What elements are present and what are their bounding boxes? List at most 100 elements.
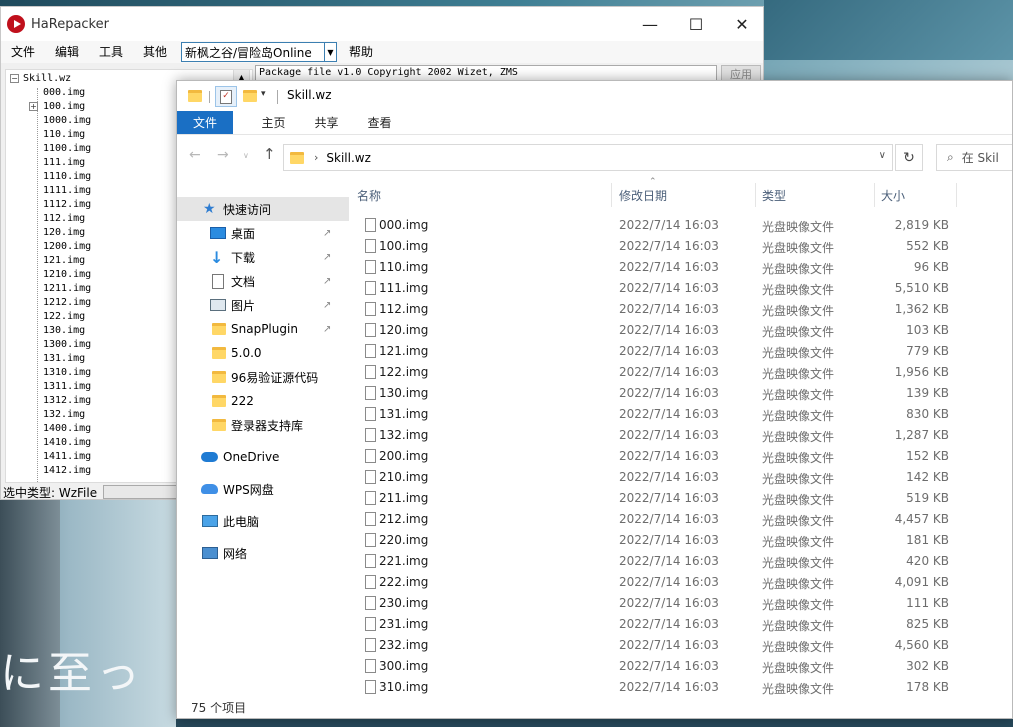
tree-node[interactable]: 1210.img [43,268,91,282]
table-row[interactable]: 300.img 2022/7/14 16:03 光盘映像文件 302 KB [349,656,1012,677]
table-row[interactable]: 122.img 2022/7/14 16:03 光盘映像文件 1,956 KB [349,362,1012,383]
tree-node[interactable]: 1112.img [43,198,91,212]
tree-node[interactable]: 111.img [43,156,85,170]
pin-icon[interactable]: ↗ [323,228,331,239]
expand-icon[interactable]: + [29,102,38,111]
sidebar-item-folder-login-lib[interactable]: 登录器支持库 [177,413,349,437]
table-row[interactable]: 120.img 2022/7/14 16:03 光盘映像文件 103 KB [349,320,1012,341]
sidebar-item-snapplugin[interactable]: SnapPlugin ↗ [177,317,349,341]
sidebar-item-folder-500[interactable]: 5.0.0 [177,341,349,365]
column-divider[interactable] [611,183,612,207]
tree-node[interactable]: 1310.img [43,366,91,380]
chevron-down-icon[interactable]: ▼ [324,43,336,61]
up-arrow-icon[interactable]: ↑ [263,145,276,163]
ribbon-tab-view[interactable]: 查看 [353,111,406,134]
ribbon-tab-home[interactable]: 主页 [247,111,300,134]
tree-node[interactable]: 132.img [43,408,85,422]
sidebar-item-quick-access[interactable]: ★ 快速访问 [177,197,349,221]
tree-node[interactable]: 1110.img [43,170,91,184]
tree-node[interactable]: 100.img [43,100,85,114]
wz-header-textbox[interactable]: Package file v1.0 Copyright 2002 Wizet, … [255,65,717,81]
menu-tools[interactable]: 工具 [89,41,133,63]
menu-other[interactable]: 其他 [133,41,177,63]
table-row[interactable]: 200.img 2022/7/14 16:03 光盘映像文件 152 KB [349,446,1012,467]
sidebar-item-documents[interactable]: 文档 ↗ [177,269,349,293]
sidebar-item-network[interactable]: 网络 [177,541,349,565]
sidebar-item-wps[interactable]: WPS网盘 [177,477,349,501]
pin-icon[interactable]: ↗ [323,252,331,263]
tree-node[interactable]: 1000.img [43,114,91,128]
tree-node[interactable]: 120.img [43,226,85,240]
tree-node[interactable]: 1312.img [43,394,91,408]
tree-node[interactable]: 121.img [43,254,85,268]
close-button[interactable]: ✕ [719,7,765,41]
refresh-button[interactable]: ↻ [895,144,923,171]
column-divider[interactable] [755,183,756,207]
column-divider[interactable] [874,183,875,207]
game-version-select[interactable]: 新枫之谷/冒险岛Online ▼ [181,42,337,62]
tree-node[interactable]: 130.img [43,324,85,338]
tree-node[interactable]: 1300.img [43,338,91,352]
tree-node[interactable]: 131.img [43,352,85,366]
pin-icon[interactable]: ↗ [323,300,331,311]
tree-root[interactable]: Skill.wz [23,72,71,86]
menu-edit[interactable]: 编辑 [45,41,89,63]
tree-node[interactable]: 1100.img [43,142,91,156]
tree-node[interactable]: 122.img [43,310,85,324]
table-row[interactable]: 230.img 2022/7/14 16:03 光盘映像文件 111 KB [349,593,1012,614]
tree-node[interactable]: 1200.img [43,240,91,254]
tree-node[interactable]: 1311.img [43,380,91,394]
customize-toolbar-icon[interactable]: ▾ [261,89,266,99]
properties-button[interactable]: ✓ [215,86,237,107]
table-row[interactable]: 130.img 2022/7/14 16:03 光盘映像文件 139 KB [349,383,1012,404]
tree-node[interactable]: 1412.img [43,464,91,478]
tree-node[interactable]: 1400.img [43,422,91,436]
menu-help[interactable]: 帮助 [339,41,383,63]
table-row[interactable]: 000.img 2022/7/14 16:03 光盘映像文件 2,819 KB [349,215,1012,236]
sidebar-item-folder-222[interactable]: 222 [177,389,349,413]
table-row[interactable]: 212.img 2022/7/14 16:03 光盘映像文件 4,457 KB [349,509,1012,530]
table-row[interactable]: 132.img 2022/7/14 16:03 光盘映像文件 1,287 KB [349,425,1012,446]
harepacker-titlebar[interactable]: HaRepacker — ☐ ✕ [1,7,763,41]
maximize-button[interactable]: ☐ [673,7,719,41]
table-row[interactable]: 231.img 2022/7/14 16:03 光盘映像文件 825 KB [349,614,1012,635]
sidebar-item-desktop[interactable]: 桌面 ↗ [177,221,349,245]
file-list[interactable]: ⌃ 名称 修改日期 类型 大小 000.img 2022/7/14 16:03 光盘… [349,175,1012,700]
tree-node[interactable]: 110.img [43,128,85,142]
sidebar-item-this-pc[interactable]: 此电脑 [177,509,349,533]
table-row[interactable]: 222.img 2022/7/14 16:03 光盘映像文件 4,091 KB [349,572,1012,593]
chevron-down-icon[interactable]: ∨ [879,150,886,161]
chevron-right-icon[interactable]: › [314,151,318,164]
pin-icon[interactable]: ↗ [323,276,331,287]
address-path[interactable]: Skill.wz [326,151,371,165]
sidebar-item-onedrive[interactable]: OneDrive [177,445,349,469]
table-row[interactable]: 112.img 2022/7/14 16:03 光盘映像文件 1,362 KB [349,299,1012,320]
ribbon-file-tab[interactable]: 文件 [177,111,233,134]
sidebar-item-folder-96[interactable]: 96易验证源代码 [177,365,349,389]
tree-node[interactable]: 1410.img [43,436,91,450]
column-header-date[interactable]: 修改日期 [619,183,667,207]
table-row[interactable]: 121.img 2022/7/14 16:03 光盘映像文件 779 KB [349,341,1012,362]
table-row[interactable]: 310.img 2022/7/14 16:03 光盘映像文件 178 KB [349,677,1012,698]
sidebar-item-downloads[interactable]: ↓ 下载 ↗ [177,245,349,269]
back-arrow-icon[interactable]: ← [189,147,201,163]
table-row[interactable]: 221.img 2022/7/14 16:03 光盘映像文件 420 KB [349,551,1012,572]
minimize-button[interactable]: — [627,7,673,41]
table-row[interactable]: 210.img 2022/7/14 16:03 光盘映像文件 142 KB [349,467,1012,488]
explorer-titlebar[interactable]: ✓ ▾ Skill.wz [177,81,1012,111]
address-bar[interactable]: › Skill.wz ∨ [283,144,893,171]
menu-file[interactable]: 文件 [1,41,45,63]
tree-node[interactable]: 1111.img [43,184,91,198]
table-row[interactable]: 100.img 2022/7/14 16:03 光盘映像文件 552 KB [349,236,1012,257]
recent-locations-icon[interactable]: ∨ [243,151,249,160]
table-row[interactable]: 131.img 2022/7/14 16:03 光盘映像文件 830 KB [349,404,1012,425]
column-header-size[interactable]: 大小 [881,183,905,207]
table-row[interactable]: 220.img 2022/7/14 16:03 光盘映像文件 181 KB [349,530,1012,551]
collapse-icon[interactable]: − [10,74,19,83]
column-header-name[interactable]: 名称 [357,183,381,207]
table-row[interactable]: 211.img 2022/7/14 16:03 光盘映像文件 519 KB [349,488,1012,509]
forward-arrow-icon[interactable]: → [217,147,229,163]
column-header-type[interactable]: 类型 [762,183,786,207]
search-input[interactable]: ⌕ 在 Skil [936,144,1012,171]
ribbon-tab-share[interactable]: 共享 [300,111,353,134]
